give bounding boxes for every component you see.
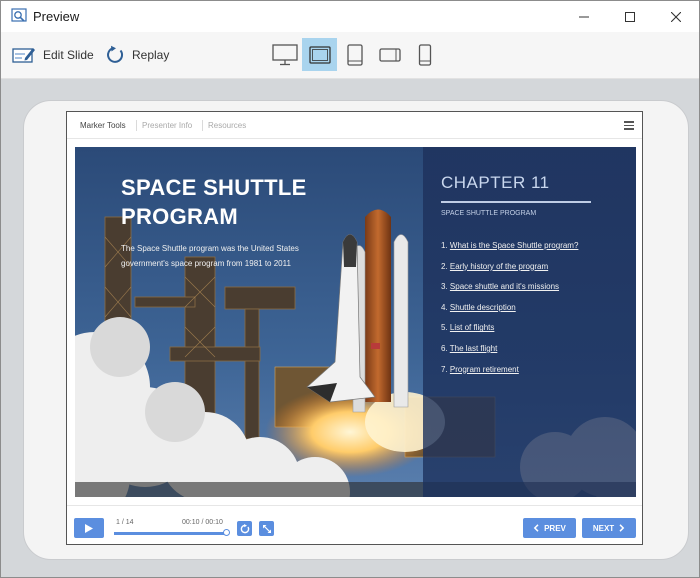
toc-number: 5. (441, 323, 448, 333)
slide-counter: 1 / 14 (116, 519, 134, 526)
title-bar: Preview (1, 1, 699, 32)
replay-slide-button[interactable] (237, 521, 252, 536)
toc-number: 4. (441, 302, 448, 312)
course-player: Marker Tools Presenter Info Resources SP… (66, 111, 643, 545)
toc-number: 6. (441, 343, 448, 353)
toc-number: 1. (441, 241, 448, 250)
next-button[interactable]: NEXT (582, 518, 636, 538)
preview-window: Preview Edit Slide Replay Marker Tools P… (0, 0, 700, 578)
chapter-divider (441, 201, 591, 203)
replay-button[interactable]: Replay (105, 32, 169, 78)
menu-icon[interactable] (624, 121, 634, 130)
phone-landscape-icon (378, 47, 401, 62)
tablet-portrait-view-button[interactable] (337, 38, 372, 71)
maximize-icon (625, 11, 635, 22)
close-icon (671, 11, 681, 22)
progress-handle[interactable] (223, 529, 230, 536)
player-controls: 1 / 14 00:10 / 00:10 PREV NEXT (67, 505, 642, 545)
prev-button[interactable]: PREV (523, 518, 576, 538)
toc-number: 7. (441, 364, 448, 374)
play-icon (85, 523, 93, 533)
slide-title-line: PROGRAM (121, 204, 238, 229)
chapter-subtitle: SPACE SHUTTLE PROGRAM (441, 210, 537, 217)
tab-resources[interactable]: Resources (208, 121, 246, 130)
toc-item: 1. What is the Space Shuttle program? (441, 241, 578, 262)
time-display: 00:10 / 00:10 (182, 519, 223, 526)
toc-link[interactable]: The last flight (450, 344, 498, 353)
desktop-view-button[interactable] (267, 38, 302, 71)
prev-label: PREV (544, 523, 566, 533)
slide-title-line: SPACE SHUTTLE (121, 175, 307, 200)
toc-link[interactable]: Early history of the program (450, 262, 548, 271)
progress-bar[interactable] (114, 532, 227, 535)
replay-slide-icon (240, 523, 249, 533)
slide-title: SPACE SHUTTLE PROGRAM (121, 173, 371, 231)
toc-item: 6. The last flight (441, 344, 578, 365)
tablet-portrait-icon (346, 43, 363, 66)
minimize-icon (579, 16, 589, 17)
toc-number: 2. (441, 261, 448, 271)
maximize-button[interactable] (607, 1, 653, 32)
toc-link[interactable]: Program retirement (450, 365, 519, 374)
toc-item: 3. Space shuttle and it's missions (441, 282, 578, 303)
preview-app-icon (11, 8, 27, 22)
window-title: Preview (33, 9, 80, 24)
toc-number: 3. (441, 282, 448, 292)
desktop-icon (271, 43, 298, 65)
toc-item: 2. Early history of the program (441, 262, 578, 283)
tab-marker-tools[interactable]: Marker Tools (80, 121, 126, 130)
edit-slide-label: Edit Slide (43, 48, 94, 62)
chapter-panel: CHAPTER 11 SPACE SHUTTLE PROGRAM 1. What… (423, 147, 636, 497)
slide: SPACE SHUTTLE PROGRAM The Space Shuttle … (75, 147, 636, 497)
tab-separator (136, 120, 137, 131)
close-button[interactable] (653, 1, 699, 32)
toc-item: 5. List of flights (441, 323, 578, 344)
next-label: NEXT (592, 523, 615, 533)
replay-icon (107, 45, 124, 63)
toc-item: 7. Program retirement (441, 365, 578, 386)
phone-portrait-view-button[interactable] (407, 38, 442, 71)
fullscreen-icon (262, 524, 271, 533)
tab-presenter-info[interactable]: Presenter Info (142, 121, 192, 130)
edit-slide-button[interactable]: Edit Slide (12, 32, 94, 78)
chevron-left-icon (533, 524, 539, 532)
tablet-landscape-icon (308, 45, 331, 64)
slide-description: The Space Shuttle program was the United… (121, 244, 299, 268)
minimize-button[interactable] (561, 1, 607, 32)
toc-link[interactable]: Space shuttle and it's missions (450, 282, 559, 291)
phone-portrait-icon (418, 43, 431, 66)
table-of-contents: 1. What is the Space Shuttle program? 2.… (441, 241, 578, 385)
toc-link[interactable]: List of flights (450, 323, 494, 332)
phone-landscape-view-button[interactable] (372, 38, 407, 71)
toc-item: 4. Shuttle description (441, 303, 578, 324)
play-button[interactable] (74, 518, 104, 538)
chevron-right-icon (619, 524, 625, 532)
tab-separator (202, 120, 203, 131)
fullscreen-button[interactable] (259, 521, 274, 536)
tablet-landscape-view-button[interactable] (302, 38, 337, 71)
chapter-heading: CHAPTER 11 (441, 173, 550, 192)
player-top-bar: Marker Tools Presenter Info Resources (67, 112, 642, 139)
toolbar: Edit Slide Replay (1, 32, 699, 79)
replay-label: Replay (132, 48, 170, 62)
edit-slide-icon (12, 48, 35, 63)
toc-link[interactable]: What is the Space Shuttle program? (450, 241, 579, 250)
toc-link[interactable]: Shuttle description (450, 303, 516, 312)
